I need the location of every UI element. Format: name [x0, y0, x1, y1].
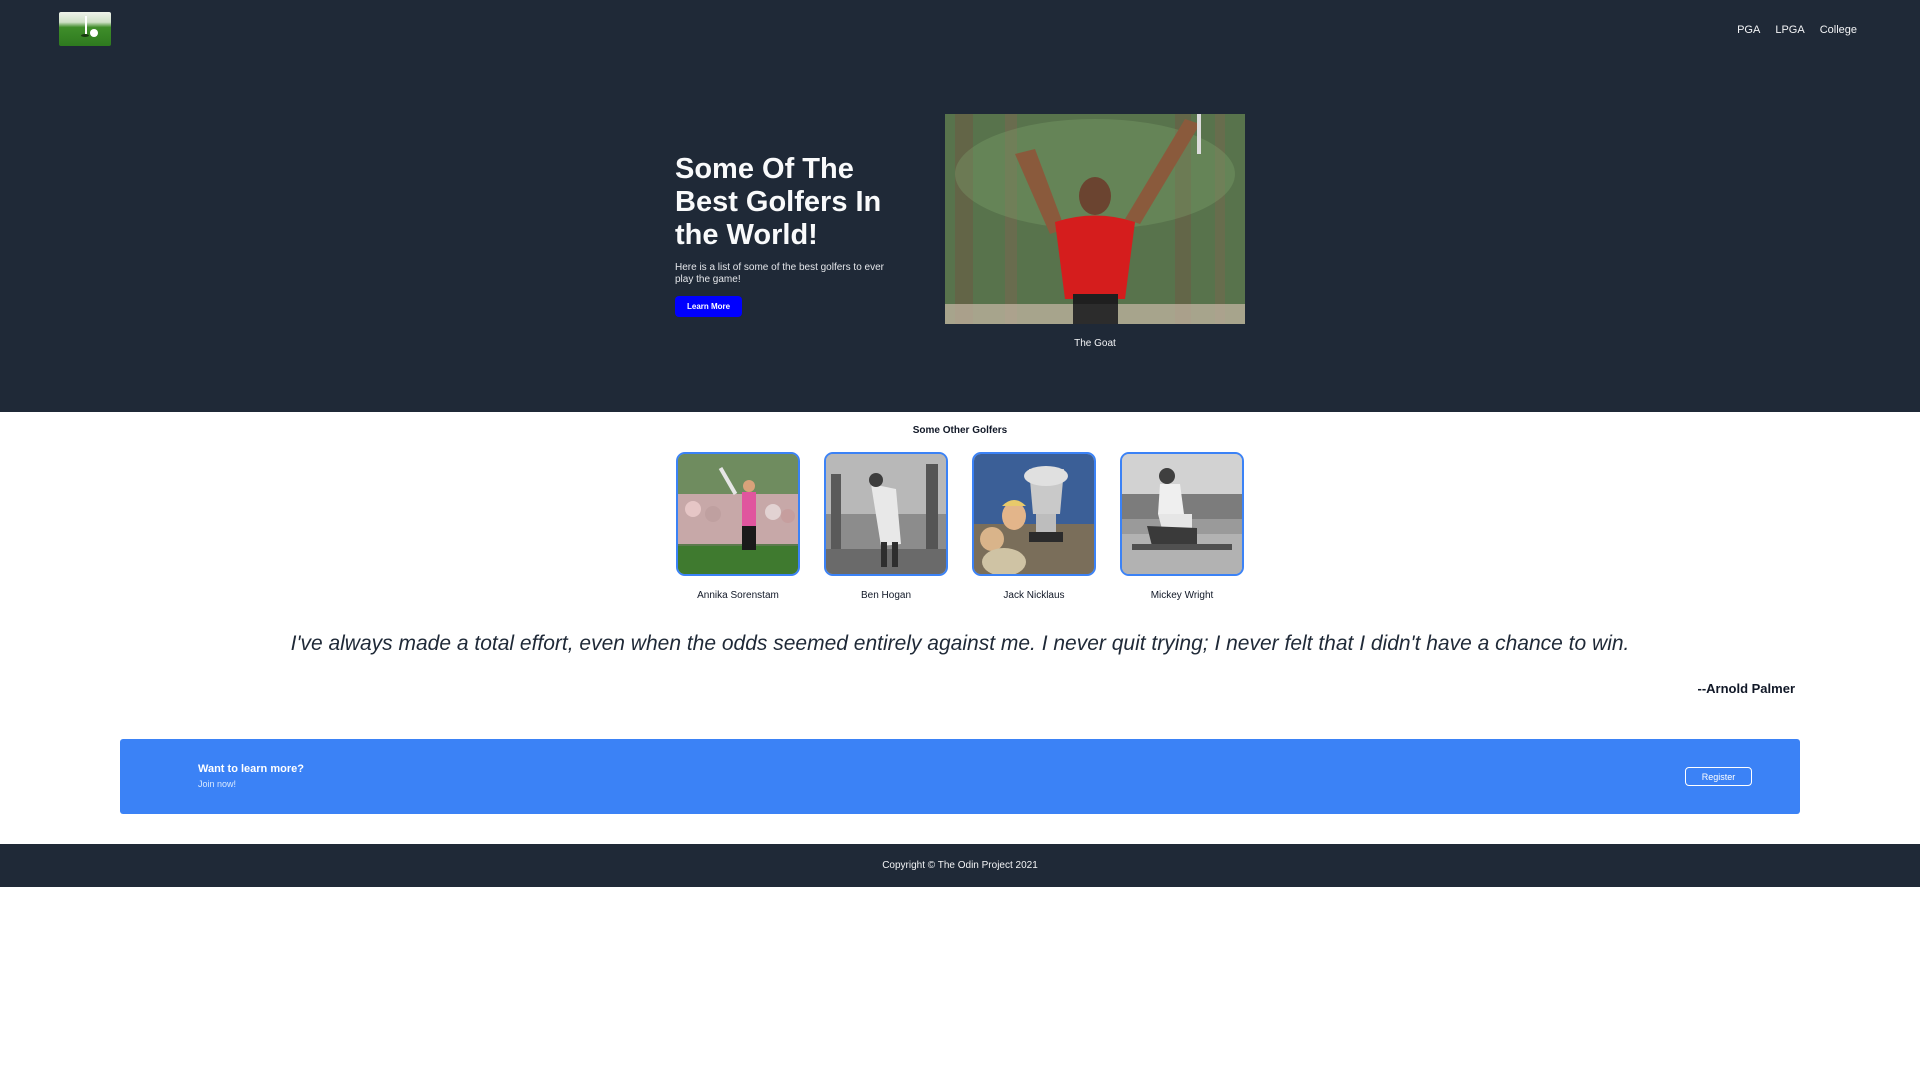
hero-subtitle: Here is a list of some of the best golfe… — [675, 262, 884, 285]
quote-text: I've always made a total effort, even wh… — [290, 632, 1630, 655]
register-button[interactable]: Register — [1685, 767, 1752, 786]
golfer-name: Jack Nicklaus — [1003, 590, 1065, 601]
nav-link-pga[interactable]: PGA — [1737, 24, 1760, 36]
golfer-name: Mickey Wright — [1150, 590, 1214, 601]
golfer-card[interactable]: Ben Hogan — [824, 452, 948, 601]
golfer-card[interactable]: Mickey Wright — [1120, 452, 1244, 601]
golfer-card[interactable]: Jack Nicklaus — [972, 452, 1096, 601]
other-golfers-title: Some Other Golfers — [912, 425, 1008, 436]
hero-title: Some Of The Best Golfers In the World! — [675, 153, 882, 251]
golfer-cards: Annika Sorenstam Ben Hogan Jack Nicklaus… — [676, 452, 1244, 601]
hero-image-caption: The Goat — [1074, 338, 1116, 349]
nav-link-lpga[interactable]: LPGA — [1775, 24, 1804, 36]
golfer-photo-wright[interactable] — [1120, 452, 1244, 576]
golfer-card[interactable]: Annika Sorenstam — [676, 452, 800, 601]
golfer-name: Annika Sorenstam — [697, 590, 779, 601]
cta-subtitle: Join now! — [198, 779, 237, 789]
quote-author: --Arnold Palmer — [1697, 681, 1795, 696]
cta-title: Want to learn more? — [198, 763, 304, 775]
site-header: PGA LPGA College Some Of The Best Golfer… — [0, 0, 1920, 412]
hero-text-block: Some Of The Best Golfers In the World! H… — [675, 153, 910, 317]
golfer-photo-nicklaus[interactable] — [972, 452, 1096, 576]
hero-figure: The Goat — [945, 114, 1245, 349]
hero-golfer-image — [945, 114, 1245, 324]
cta-banner: Want to learn more? Join now! Register — [120, 739, 1800, 814]
golfer-photo-annika[interactable] — [676, 452, 800, 576]
main-nav: PGA LPGA College — [1737, 24, 1857, 36]
nav-link-college[interactable]: College — [1820, 24, 1857, 36]
golfer-name: Ben Hogan — [860, 590, 912, 601]
golf-hole-logo-icon[interactable] — [59, 12, 111, 46]
golfer-photo-hogan[interactable] — [824, 452, 948, 576]
footer-copyright: Copyright © The Odin Project 2021 — [882, 860, 1038, 871]
site-footer: Copyright © The Odin Project 2021 — [0, 844, 1920, 887]
learn-more-button[interactable]: Learn More — [675, 296, 743, 317]
